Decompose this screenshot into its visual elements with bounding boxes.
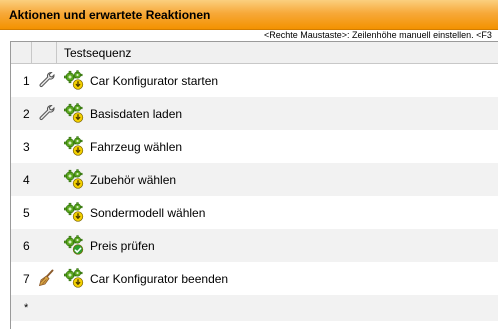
row-number: 3	[23, 140, 30, 154]
gear-arrow-icon	[64, 169, 86, 191]
table-row[interactable]: 4 Zubehör wählen	[11, 163, 498, 196]
broom-icon[interactable]	[37, 268, 57, 288]
step-label[interactable]: Preis prüfen	[90, 239, 155, 253]
table-row[interactable]: 1 Car Konfigurator starten	[11, 64, 498, 97]
gear-check-icon	[64, 235, 86, 257]
table-row[interactable]: 3 Fahrzeug wählen	[11, 130, 498, 163]
row-number-header[interactable]	[11, 42, 32, 63]
new-row[interactable]: *	[11, 295, 498, 321]
gear-arrow-icon	[64, 103, 86, 125]
new-row-marker: *	[24, 302, 29, 314]
panel-title-bar: Aktionen und erwartete Reaktionen	[0, 0, 498, 30]
gear-arrow-icon	[64, 268, 86, 290]
row-number: 2	[23, 107, 30, 121]
hint-bar: <Rechte Maustaste>: Zeilenhöhe manuell e…	[0, 30, 498, 41]
step-label[interactable]: Sondermodell wählen	[90, 206, 205, 220]
panel-title: Aktionen und erwartete Reaktionen	[9, 8, 211, 22]
step-label[interactable]: Car Konfigurator starten	[90, 74, 218, 88]
row-number: 4	[23, 173, 30, 187]
panel-bottom	[0, 329, 498, 336]
row-number: 5	[23, 206, 30, 220]
step-label[interactable]: Basisdaten laden	[90, 107, 182, 121]
gear-arrow-icon	[64, 70, 86, 92]
table-row[interactable]: 5 Sondermodell wählen	[11, 196, 498, 229]
row-number: 6	[23, 239, 30, 253]
table-row[interactable]: 7 Car Konfigurator beenden	[11, 262, 498, 295]
wrench-icon[interactable]	[37, 103, 57, 123]
gear-arrow-icon	[64, 136, 86, 158]
step-label[interactable]: Zubehör wählen	[90, 173, 176, 187]
row-number: 7	[23, 272, 30, 286]
table-header-row: Testsequenz	[11, 42, 498, 64]
gear-arrow-icon	[64, 202, 86, 224]
step-label[interactable]: Fahrzeug wählen	[90, 140, 182, 154]
table-row[interactable]: 6 Preis prüfen	[11, 229, 498, 262]
tool-header[interactable]	[32, 42, 57, 63]
wrench-icon[interactable]	[37, 70, 57, 90]
table-row[interactable]: 2 Basisdaten laden	[11, 97, 498, 130]
column-header-testsequenz[interactable]: Testsequenz	[64, 46, 131, 60]
hint-text: <Rechte Maustaste>: Zeilenhöhe manuell e…	[264, 30, 492, 40]
step-label[interactable]: Car Konfigurator beenden	[90, 272, 228, 286]
test-sequence-table[interactable]: Testsequenz 1 Car Konfigurator starten 2 Ba…	[10, 41, 498, 329]
row-number: 1	[23, 74, 30, 88]
